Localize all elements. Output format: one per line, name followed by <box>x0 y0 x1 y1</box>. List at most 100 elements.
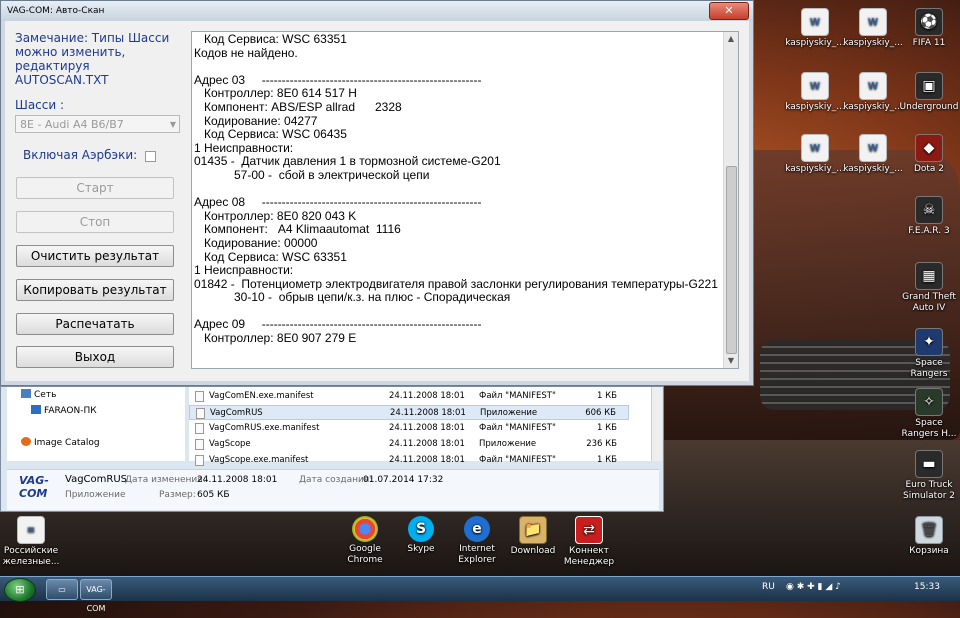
desktop-icon-kaspiyskiy-1[interactable]: Wkaspiyskiy_... <box>784 8 846 49</box>
file-date: 24.11.2008 18:01 <box>389 391 465 401</box>
dota-icon: ◆ <box>915 134 943 162</box>
file-row[interactable]: VagComEN.exe.manifest 24.11.2008 18:01 Фай… <box>189 389 629 404</box>
document-icon: W <box>801 72 829 100</box>
desktop-icon-trash[interactable]: 🗑 Корзина <box>898 516 960 557</box>
file-size: 236 КБ <box>586 439 617 449</box>
output-line: Кодов не найдено. <box>194 45 298 60</box>
detail-file-name: VagComRUS <box>65 474 127 485</box>
desktop-icon-dota[interactable]: ◆ Dota 2 <box>898 134 960 175</box>
taskbar-vag-com-button[interactable]: VAG-COM <box>80 579 112 613</box>
desktop-icon-rzd[interactable]: ≡ Российские железные... <box>0 516 62 568</box>
underground-icon: ▣ <box>915 72 943 100</box>
skype-icon: S <box>408 516 434 542</box>
scroll-up-icon[interactable]: ▲ <box>724 32 738 46</box>
file-row[interactable]: VagScope 24.11.2008 18:01 Приложение 236 КБ <box>189 437 629 452</box>
start-button[interactable]: Старт <box>16 177 174 199</box>
file-row[interactable]: VagScope.exe.manifest 24.11.2008 18:01 Фай… <box>189 453 629 468</box>
space-rangers-hd-icon: ✧ <box>915 388 943 416</box>
output-line: Контроллер: 8E0 614 517 H <box>194 86 357 101</box>
desktop-icon-kaspiyskiy-4[interactable]: Wkaspiyskiy_... <box>842 72 904 113</box>
gta-icon: ▦ <box>915 262 943 290</box>
output-line: 57-00 - сбой в электрической цепи <box>194 167 430 182</box>
clear-result-button[interactable]: Очистить результат <box>16 245 174 267</box>
desktop-icon-gta[interactable]: ▦ Grand Theft Auto IV <box>898 262 960 314</box>
output-line: Компонент: ABS/ESP allrad 2328 <box>194 99 402 114</box>
output-line: Адрес 03 -------------------------------… <box>194 72 482 87</box>
scroll-down-icon[interactable]: ▼ <box>724 354 738 368</box>
desktop-icon-skype[interactable]: S Skype <box>390 516 452 555</box>
scan-output[interactable]: Код Сервиса: WSC 63351 Кодов не найдено. А… <box>191 31 739 369</box>
space-rangers-icon: ✦ <box>915 328 943 356</box>
desktop-icon-space-rangers[interactable]: ✦ Space Rangers <box>898 328 960 380</box>
output-line: Контроллер: 8E0 820 043 K <box>194 208 357 223</box>
output-line: Код Сервиса: WSC 63351 <box>194 249 347 264</box>
file-icon <box>195 391 204 402</box>
taskbar-explorer-button[interactable]: ▭ <box>46 579 78 600</box>
desktop-icon-ie[interactable]: e Internet Explorer <box>446 516 508 566</box>
chassis-label: Шасси : <box>15 98 65 112</box>
vag-com-window: VAG-COM: Авто-Скан ✕ Замечание: Типы Шас… <box>0 0 754 386</box>
desktop-icon-chrome[interactable]: Google Chrome <box>334 516 396 566</box>
desktop-icon-underground[interactable]: ▣ Underground <box>898 72 960 113</box>
airbag-checkbox[interactable] <box>145 151 156 162</box>
file-type: Файл "MANIFEST" <box>479 455 556 465</box>
nav-item-faraon-pc[interactable]: FARAON-ПК <box>31 405 97 416</box>
file-type: Приложение <box>479 439 537 449</box>
start-button[interactable]: ⊞ <box>4 578 36 602</box>
explorer-window: Сеть FARAON-ПК Image Catalog VagComEN.ex… <box>0 386 664 512</box>
desktop-icon-euro-truck[interactable]: ▬ Euro Truck Simulator 2 <box>898 450 960 502</box>
file-row[interactable]: VagComRUS.exe.manifest 24.11.2008 18:01 Фа… <box>189 421 629 436</box>
chassis-note: Замечание: Типы Шасси можно изменить, ре… <box>15 31 170 87</box>
output-line: Код Сервиса: WSC 06435 <box>194 127 347 142</box>
detail-size-value: 605 КБ <box>197 490 230 500</box>
document-icon: W <box>859 8 887 36</box>
file-name: VagScope.exe.manifest <box>209 455 309 465</box>
output-line: Контроллер: 8E0 907 279 E <box>194 331 357 346</box>
stop-button[interactable]: Стоп <box>16 211 174 233</box>
chassis-select[interactable]: 8E - Audi A4 B6/B7 ▼ <box>15 115 180 133</box>
desktop-icon-fifa[interactable]: ⚽ FIFA 11 <box>898 8 960 49</box>
file-row[interactable]: VagComRUS 24.11.2008 18:01 Приложение 606 К… <box>189 405 629 420</box>
desktop-icon-fear[interactable]: ☠ F.E.A.R. 3 <box>898 196 960 237</box>
file-list-scrollbar[interactable] <box>651 387 662 461</box>
file-size: 1 КБ <box>597 391 617 401</box>
file-type: Файл "MANIFEST" <box>479 423 556 433</box>
detail-created-label: Дата создания: <box>299 475 373 485</box>
image-catalog-icon <box>21 437 31 446</box>
desktop-icon-download[interactable]: 📁 Download <box>502 516 564 557</box>
output-scrollbar[interactable]: ▲ ▼ <box>723 32 738 368</box>
file-list: VagComEN.exe.manifest 24.11.2008 18:01 Фай… <box>189 387 651 466</box>
clock[interactable]: 15:33 <box>914 582 940 592</box>
desktop-icon-space-rangers-hd[interactable]: ✧ Space Rangers H... <box>898 388 960 440</box>
document-icon: W <box>801 134 829 162</box>
fifa-icon: ⚽ <box>915 8 943 36</box>
nav-item-network[interactable]: Сеть <box>21 389 56 400</box>
file-date: 24.11.2008 18:01 <box>390 408 466 418</box>
output-line: Компонент: A4 Klimaautomat 1116 <box>194 222 401 237</box>
chassis-value: 8E - Audi A4 B6/B7 <box>20 118 124 131</box>
desktop-icon-konnekt[interactable]: ⇄ Коннект Менеджер <box>558 516 620 568</box>
file-date: 24.11.2008 18:01 <box>389 439 465 449</box>
desktop-icon-kaspiyskiy-5[interactable]: Wkaspiyskiy_... <box>784 134 846 175</box>
detail-modified-value: 24.11.2008 18:01 <box>197 475 278 485</box>
details-pane: VAG-COM VagComRUS Дата изменения: 24.11.… <box>7 469 659 510</box>
nav-item-image-catalog[interactable]: Image Catalog <box>21 437 100 448</box>
exit-button[interactable]: Выход <box>16 346 174 368</box>
truck-icon: ▬ <box>915 450 943 478</box>
scroll-thumb[interactable] <box>726 166 737 354</box>
copy-result-button[interactable]: Копировать результат <box>16 279 174 301</box>
folder-icon: ▭ <box>58 585 66 594</box>
desktop-icon-kaspiyskiy-3[interactable]: Wkaspiyskiy_... <box>784 72 846 113</box>
close-button[interactable]: ✕ <box>709 2 749 20</box>
file-name: VagComEN.exe.manifest <box>209 391 314 401</box>
print-button[interactable]: Распечатать <box>16 313 174 335</box>
fear-icon: ☠ <box>915 196 943 224</box>
desktop-icon-kaspiyskiy-6[interactable]: Wkaspiyskiy_... <box>842 134 904 175</box>
window-body: Замечание: Типы Шасси можно изменить, ре… <box>5 21 749 381</box>
language-indicator[interactable]: RU <box>762 582 775 592</box>
vag-com-logo: VAG-COM <box>19 474 49 500</box>
desktop-icon-kaspiyskiy-2[interactable]: Wkaspiyskiy_... <box>842 8 904 49</box>
